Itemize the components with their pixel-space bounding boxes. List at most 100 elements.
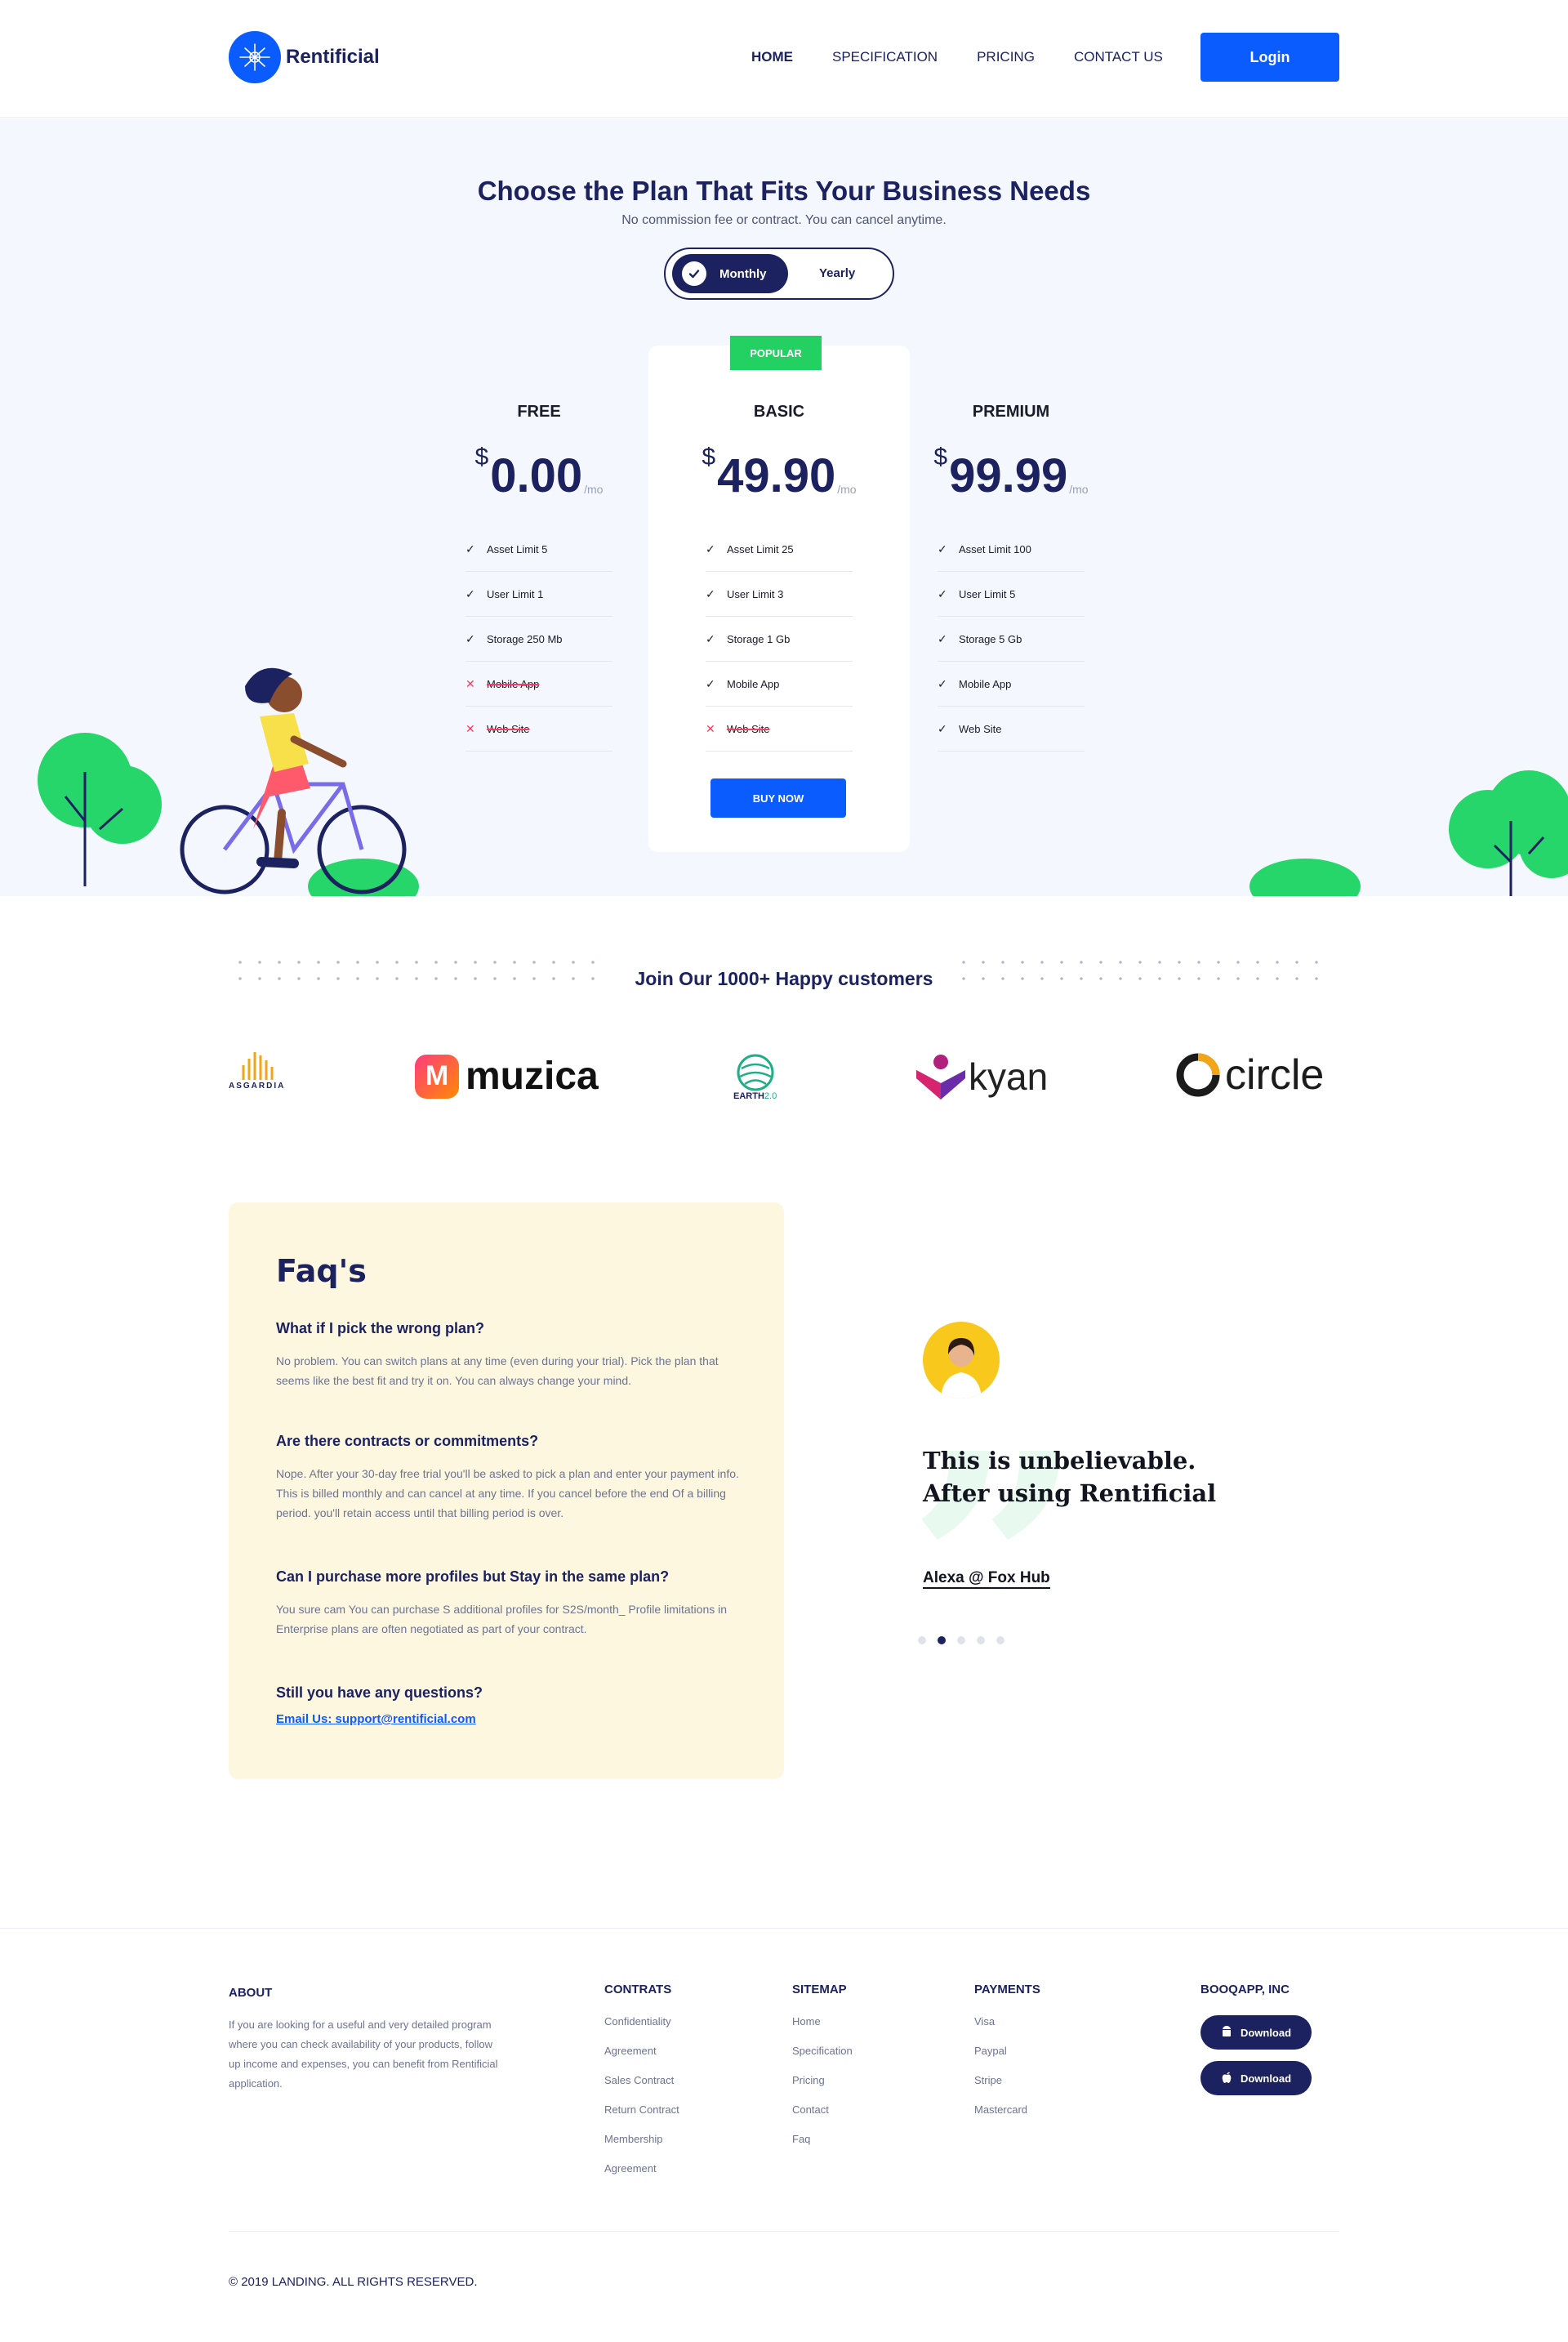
slide-dot[interactable] bbox=[957, 1636, 965, 1644]
feature-label: Web Site bbox=[487, 722, 530, 735]
quote-line: After using Rentificial bbox=[923, 1479, 1217, 1507]
plan-name: FREE bbox=[517, 403, 561, 421]
feature-item: ✓ User Limit 5 bbox=[938, 572, 1085, 617]
billing-toggle: Monthly Yearly bbox=[664, 248, 894, 300]
feature-item: ✓ Asset Limit 5 bbox=[466, 527, 612, 572]
buy-now-button[interactable]: BUY NOW bbox=[710, 778, 846, 818]
faq-contact-question: Still you have any questions? bbox=[276, 1684, 483, 1701]
footer-link[interactable]: Agreement bbox=[604, 2162, 679, 2192]
currency-symbol: $ bbox=[702, 444, 716, 471]
slide-dot[interactable] bbox=[977, 1636, 985, 1644]
earth-version: 2.0 bbox=[764, 1091, 777, 1101]
feature-item-excluded: ✕ Web Site bbox=[466, 707, 612, 752]
footer-link[interactable]: Confidentiality bbox=[604, 2015, 679, 2045]
login-button[interactable]: Login bbox=[1200, 33, 1339, 82]
monthly-option[interactable]: Monthly bbox=[672, 254, 788, 293]
footer-link[interactable]: Sales Contract bbox=[604, 2074, 679, 2103]
footer-link[interactable]: Visa bbox=[974, 2015, 1027, 2045]
footer-link[interactable]: Return Contract bbox=[604, 2103, 679, 2133]
muzica-mark-icon: M bbox=[415, 1054, 459, 1099]
footer-link[interactable]: Contact bbox=[792, 2103, 853, 2133]
slide-dot[interactable] bbox=[996, 1636, 1004, 1644]
cyclist-illustration bbox=[38, 667, 419, 896]
footer-link[interactable]: Mastercard bbox=[974, 2103, 1027, 2133]
top-navbar: Rentificial HOME SPECIFICATION PRICING C… bbox=[0, 0, 1568, 118]
nav-contact-link[interactable]: CONTACT US bbox=[1074, 49, 1163, 65]
brand-logo[interactable]: Rentificial bbox=[229, 31, 380, 83]
check-icon: ✓ bbox=[938, 587, 947, 600]
main-nav: HOME SPECIFICATION PRICING CONTACT US bbox=[751, 49, 1202, 65]
android-download-button[interactable]: Download bbox=[1200, 2015, 1312, 2050]
check-icon: ✓ bbox=[466, 587, 475, 600]
slide-dot-active[interactable] bbox=[938, 1636, 946, 1644]
feature-list: ✓ Asset Limit 5 ✓ User Limit 1 ✓ Storage 25… bbox=[408, 527, 670, 752]
feature-label: User Limit 1 bbox=[487, 587, 544, 600]
feature-label: Mobile App bbox=[487, 677, 540, 690]
feature-label: Web Site bbox=[727, 722, 770, 735]
circle-mark-icon bbox=[1176, 1053, 1220, 1097]
feature-item: ✓ Web Site bbox=[938, 707, 1085, 752]
cross-icon: ✕ bbox=[466, 721, 475, 735]
feature-item: ✓ Mobile App bbox=[938, 662, 1085, 707]
feature-item: ✓ Storage 5 Gb bbox=[938, 617, 1085, 662]
check-icon: ✓ bbox=[706, 542, 715, 555]
asgardia-wordmark: ASGARDIA bbox=[229, 1082, 286, 1091]
circle-logo: circle bbox=[1174, 1051, 1324, 1100]
feature-label: Storage 250 Mb bbox=[487, 632, 563, 645]
faq-answer: You sure cam You can purchase S addition… bbox=[276, 1603, 728, 1635]
feature-label: Asset Limit 5 bbox=[487, 542, 548, 555]
price-value: 49.90 bbox=[717, 449, 836, 502]
check-icon: ✓ bbox=[466, 542, 475, 555]
feature-label: Asset Limit 25 bbox=[727, 542, 794, 555]
customers-title: Join Our 1000+ Happy customers bbox=[635, 968, 933, 989]
cross-icon: ✕ bbox=[706, 721, 715, 735]
footer-link[interactable]: Faq bbox=[792, 2133, 853, 2162]
footer-payments-list: Visa Paypal Stripe Mastercard bbox=[974, 2015, 1027, 2133]
check-icon: ✓ bbox=[706, 631, 715, 645]
price-period: /mo bbox=[1069, 483, 1089, 496]
nav-pricing-link[interactable]: PRICING bbox=[977, 49, 1035, 65]
faq-answer: Nope. After your 30-day free trial you'l… bbox=[276, 1467, 739, 1519]
footer-link[interactable]: Agreement bbox=[604, 2045, 679, 2074]
footer-link[interactable]: Stripe bbox=[974, 2074, 1027, 2103]
logo-icon bbox=[229, 31, 281, 83]
currency-symbol: $ bbox=[933, 444, 948, 471]
support-email-link[interactable]: Email Us: support@rentificial.com bbox=[276, 1712, 476, 1726]
brand-name: Rentificial bbox=[286, 46, 380, 68]
nav-home-link[interactable]: HOME bbox=[751, 49, 793, 65]
feature-item: ✓ User Limit 1 bbox=[466, 572, 612, 617]
muzica-wordmark: muzica bbox=[466, 1055, 599, 1098]
nav-specification-link[interactable]: SPECIFICATION bbox=[832, 49, 938, 65]
earth-name: EARTH bbox=[733, 1091, 764, 1101]
feature-item-excluded: ✕ Web Site bbox=[706, 707, 853, 752]
footer-link[interactable]: Specification bbox=[792, 2045, 853, 2074]
price-value: 99.99 bbox=[949, 449, 1068, 502]
check-icon: ✓ bbox=[938, 631, 947, 645]
slide-dot[interactable] bbox=[918, 1636, 926, 1644]
ios-download-label: Download bbox=[1240, 2072, 1292, 2085]
pricing-section: Choose the Plan That Fits Your Business … bbox=[0, 118, 1568, 896]
footer-link[interactable]: Pricing bbox=[792, 2074, 853, 2103]
quote-line: This is unbelievable. bbox=[923, 1447, 1196, 1474]
feature-label: Mobile App bbox=[727, 677, 780, 690]
android-icon bbox=[1221, 2025, 1232, 2041]
check-icon: ✓ bbox=[938, 721, 947, 735]
footer-contracts-heading: CONTRATS bbox=[604, 1983, 672, 1996]
pricing-title: Choose the Plan That Fits Your Business … bbox=[477, 176, 1091, 206]
kyan-logo: kyan bbox=[916, 1054, 1048, 1100]
ios-download-button[interactable]: Download bbox=[1200, 2061, 1312, 2095]
footer-link[interactable]: Paypal bbox=[974, 2045, 1027, 2074]
yearly-option[interactable]: Yearly bbox=[819, 266, 855, 280]
feature-item: ✓ Mobile App bbox=[706, 662, 853, 707]
check-icon bbox=[682, 261, 706, 286]
footer-link[interactable]: Membership bbox=[604, 2133, 679, 2162]
feature-item: ✓ Storage 1 Gb bbox=[706, 617, 853, 662]
check-icon: ✓ bbox=[706, 676, 715, 690]
kyan-mark-icon bbox=[916, 1055, 965, 1100]
footer-link[interactable]: Home bbox=[792, 2015, 853, 2045]
check-icon: ✓ bbox=[938, 676, 947, 690]
testimonial-quote: This is unbelievable. After using Rentif… bbox=[923, 1444, 1216, 1510]
earth-globe-icon bbox=[737, 1054, 774, 1091]
footer-about-text: If you are looking for a useful and very… bbox=[229, 2019, 498, 2090]
footer-company-heading: BOOQAPP, INC bbox=[1200, 1983, 1290, 1996]
